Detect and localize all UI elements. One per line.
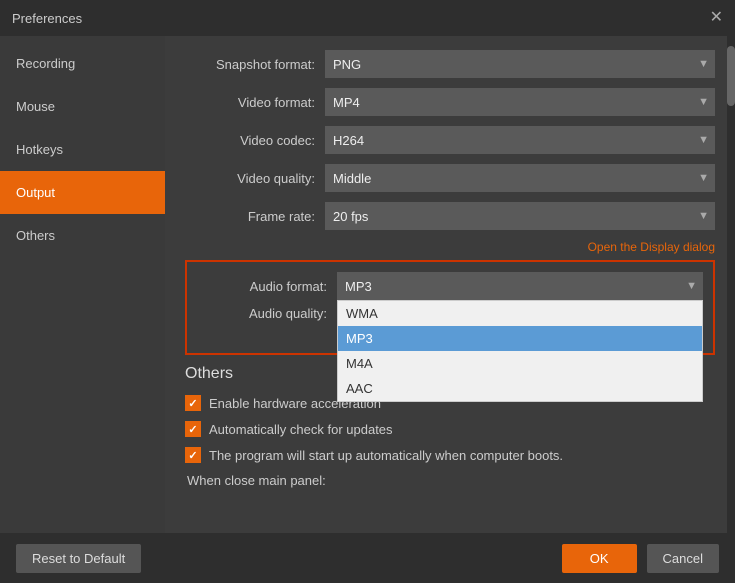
snapshot-format-select[interactable]: PNG — [325, 50, 715, 78]
frame-rate-wrapper: 20 fps ▼ — [325, 202, 715, 230]
auto-check-label: Automatically check for updates — [209, 422, 393, 437]
auto-start-checkbox[interactable] — [185, 447, 201, 463]
frame-rate-row: Frame rate: 20 fps ▼ — [185, 202, 715, 230]
audio-option-aac[interactable]: AAC — [338, 376, 702, 401]
footer: Reset to Default OK Cancel — [0, 533, 735, 583]
audio-format-row: Audio format: MP3 ▼ WMA MP3 M4A AAC — [197, 272, 703, 300]
open-display-dialog-link[interactable]: Open the Display dialog — [588, 240, 715, 254]
hw-accel-checkbox[interactable] — [185, 395, 201, 411]
auto-start-label: The program will start up automatically … — [209, 448, 563, 463]
when-close-label: When close main panel: — [185, 473, 715, 488]
snapshot-format-wrapper: PNG ▼ — [325, 50, 715, 78]
sidebar-item-mouse[interactable]: Mouse — [0, 85, 165, 128]
audio-format-label: Audio format: — [197, 279, 337, 294]
scrollbar-track — [727, 36, 735, 533]
display-dialog-row: Open the Display dialog — [185, 240, 715, 254]
checkbox-auto-check: Automatically check for updates — [185, 421, 715, 437]
video-format-select[interactable]: MP4 — [325, 88, 715, 116]
checkbox-auto-start: The program will start up automatically … — [185, 447, 715, 463]
auto-check-checkbox[interactable] — [185, 421, 201, 437]
audio-format-dropdown: WMA MP3 M4A AAC — [337, 300, 703, 402]
audio-section: Audio format: MP3 ▼ WMA MP3 M4A AAC — [185, 260, 715, 355]
video-format-label: Video format: — [185, 95, 325, 110]
ok-button[interactable]: OK — [562, 544, 637, 573]
audio-option-wma[interactable]: WMA — [338, 301, 702, 326]
video-codec-row: Video codec: H264 ▼ — [185, 126, 715, 154]
audio-option-m4a[interactable]: M4A — [338, 351, 702, 376]
audio-format-select[interactable]: MP3 — [337, 272, 703, 300]
audio-option-mp3[interactable]: MP3 — [338, 326, 702, 351]
dialog-title: Preferences — [12, 11, 82, 26]
video-quality-select[interactable]: Middle — [325, 164, 715, 192]
reset-to-default-button[interactable]: Reset to Default — [16, 544, 141, 573]
snapshot-format-label: Snapshot format: — [185, 57, 325, 72]
frame-rate-select[interactable]: 20 fps — [325, 202, 715, 230]
preferences-dialog: Preferences ✕ Recording Mouse Hotkeys Ou… — [0, 0, 735, 583]
frame-rate-label: Frame rate: — [185, 209, 325, 224]
sidebar-item-recording[interactable]: Recording — [0, 42, 165, 85]
main-content: Snapshot format: PNG ▼ Video format: MP4… — [165, 36, 735, 533]
video-codec-label: Video codec: — [185, 133, 325, 148]
close-button[interactable]: ✕ — [710, 10, 723, 26]
sidebar-item-output[interactable]: Output — [0, 171, 165, 214]
snapshot-format-row: Snapshot format: PNG ▼ — [185, 50, 715, 78]
video-format-wrapper: MP4 ▼ — [325, 88, 715, 116]
sidebar-item-others[interactable]: Others — [0, 214, 165, 257]
content-area: Recording Mouse Hotkeys Output Others Sn… — [0, 36, 735, 533]
video-quality-row: Video quality: Middle ▼ — [185, 164, 715, 192]
sidebar: Recording Mouse Hotkeys Output Others — [0, 36, 165, 533]
video-format-row: Video format: MP4 ▼ — [185, 88, 715, 116]
audio-format-wrapper: MP3 ▼ WMA MP3 M4A AAC — [337, 272, 703, 300]
footer-right-buttons: OK Cancel — [562, 544, 719, 573]
video-quality-wrapper: Middle ▼ — [325, 164, 715, 192]
video-quality-label: Video quality: — [185, 171, 325, 186]
audio-quality-label: Audio quality: — [197, 306, 337, 321]
sidebar-item-hotkeys[interactable]: Hotkeys — [0, 128, 165, 171]
video-codec-select[interactable]: H264 — [325, 126, 715, 154]
scrollbar-thumb[interactable] — [727, 46, 735, 106]
title-bar: Preferences ✕ — [0, 0, 735, 36]
video-codec-wrapper: H264 ▼ — [325, 126, 715, 154]
cancel-button[interactable]: Cancel — [647, 544, 719, 573]
